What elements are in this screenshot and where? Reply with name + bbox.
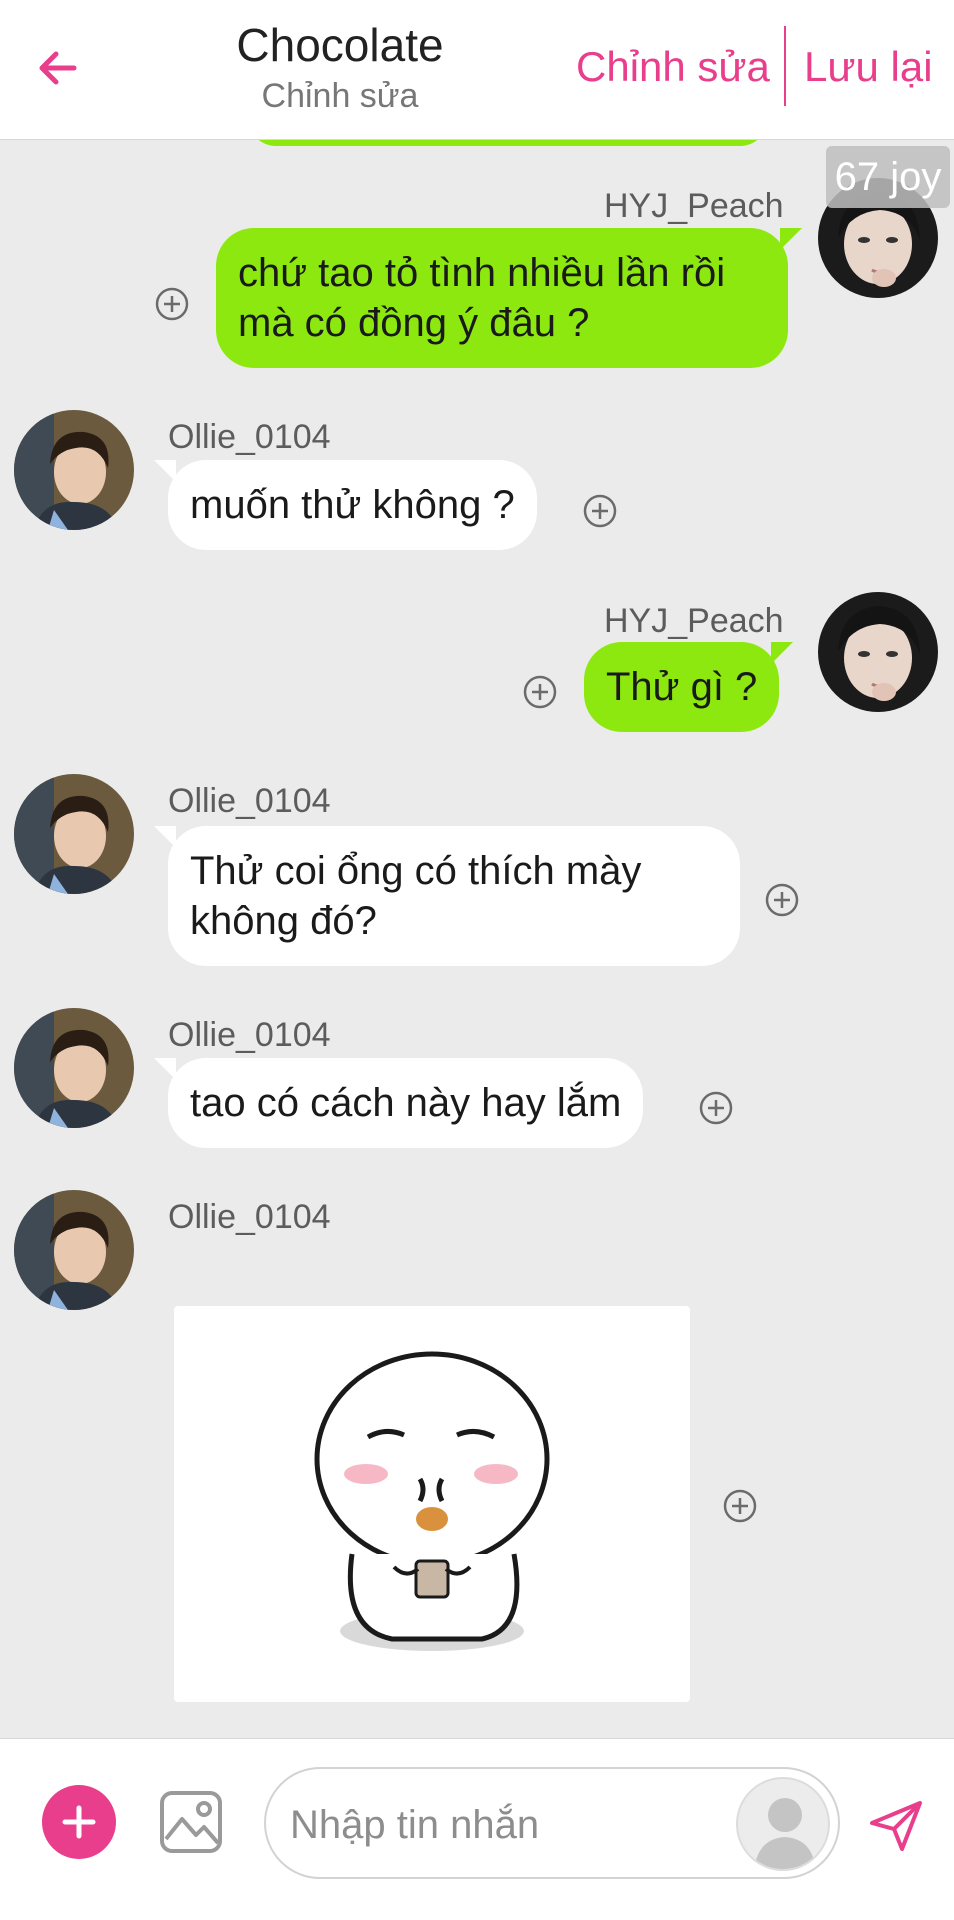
message-line: không đó? [190, 899, 377, 943]
boy-avatar-image [14, 1190, 134, 1310]
boy-avatar-image [14, 410, 134, 530]
incoming-message-bubble[interactable]: Thử coi ổng có thích mày không đó? [154, 826, 740, 966]
character-select-button[interactable] [736, 1777, 830, 1871]
sticker-image [314, 1351, 550, 1651]
edit-button[interactable]: Chỉnh sửa [576, 40, 770, 94]
header-divider [784, 26, 786, 106]
boy-avatar-image [14, 774, 134, 894]
boy-avatar-image [14, 1008, 134, 1128]
avatar[interactable] [14, 1190, 134, 1310]
plus-circle-icon[interactable] [154, 286, 190, 322]
message-line: muốn thử không ? [190, 483, 515, 527]
message-input-container [264, 1767, 840, 1879]
outgoing-message-bubble[interactable]: chứ tao tỏ tình nhiều lần rồi mà có đồng… [216, 228, 802, 368]
page-title: Chocolate [236, 19, 444, 71]
avatar[interactable] [14, 1008, 134, 1128]
send-icon[interactable] [868, 1797, 924, 1853]
image-icon[interactable] [158, 1789, 224, 1855]
message-line: Thử gì ? [606, 665, 758, 709]
outgoing-message-bubble[interactable]: Thử gì ? [584, 642, 794, 732]
sticker-message[interactable] [174, 1306, 690, 1702]
message-line: Thử coi ổng có thích mày [190, 849, 642, 893]
plus-circle-icon[interactable] [698, 1090, 734, 1126]
incoming-message-bubble[interactable]: tao có cách này hay lắm [153, 1058, 644, 1148]
user-silhouette-icon [754, 1798, 816, 1869]
message-sender: Ollie_0104 [168, 418, 331, 456]
message-input[interactable] [290, 1797, 730, 1853]
title-block: Chocolate Chỉnh sửa [215, 18, 465, 118]
arrow-left-icon [39, 51, 77, 85]
joy-counter-badge: 67 joy [826, 146, 950, 208]
chat-header: Chocolate Chỉnh sửa Chỉnh sửa Lưu lại [0, 0, 954, 140]
message-sender: Ollie_0104 [168, 1198, 331, 1236]
save-button[interactable]: Lưu lại [804, 40, 933, 94]
add-button[interactable] [42, 1785, 116, 1859]
message-line: chứ tao tỏ tình nhiều lần rồi [238, 251, 726, 295]
plus-circle-icon[interactable] [582, 493, 618, 529]
composer-bar [0, 1738, 954, 1920]
message-sender: HYJ_Peach [604, 187, 784, 225]
avatar[interactable] [818, 592, 938, 712]
girl-avatar-image [818, 592, 938, 712]
plus-icon [62, 1805, 96, 1839]
avatar[interactable] [14, 410, 134, 530]
incoming-message-bubble[interactable]: muốn thử không ? [154, 460, 537, 550]
plus-circle-icon[interactable] [522, 674, 558, 710]
page-subtitle: Chỉnh sửa [261, 77, 419, 115]
message-line: tao có cách này hay lắm [190, 1081, 622, 1125]
plus-circle-icon[interactable] [722, 1488, 758, 1524]
message-sender: HYJ_Peach [604, 602, 784, 640]
message-sender: Ollie_0104 [168, 782, 331, 820]
message-sender: Ollie_0104 [168, 1016, 331, 1054]
back-button[interactable] [30, 40, 86, 96]
plus-circle-icon[interactable] [764, 882, 800, 918]
avatar[interactable] [14, 774, 134, 894]
message-line: mà có đồng ý đâu ? [238, 301, 590, 345]
